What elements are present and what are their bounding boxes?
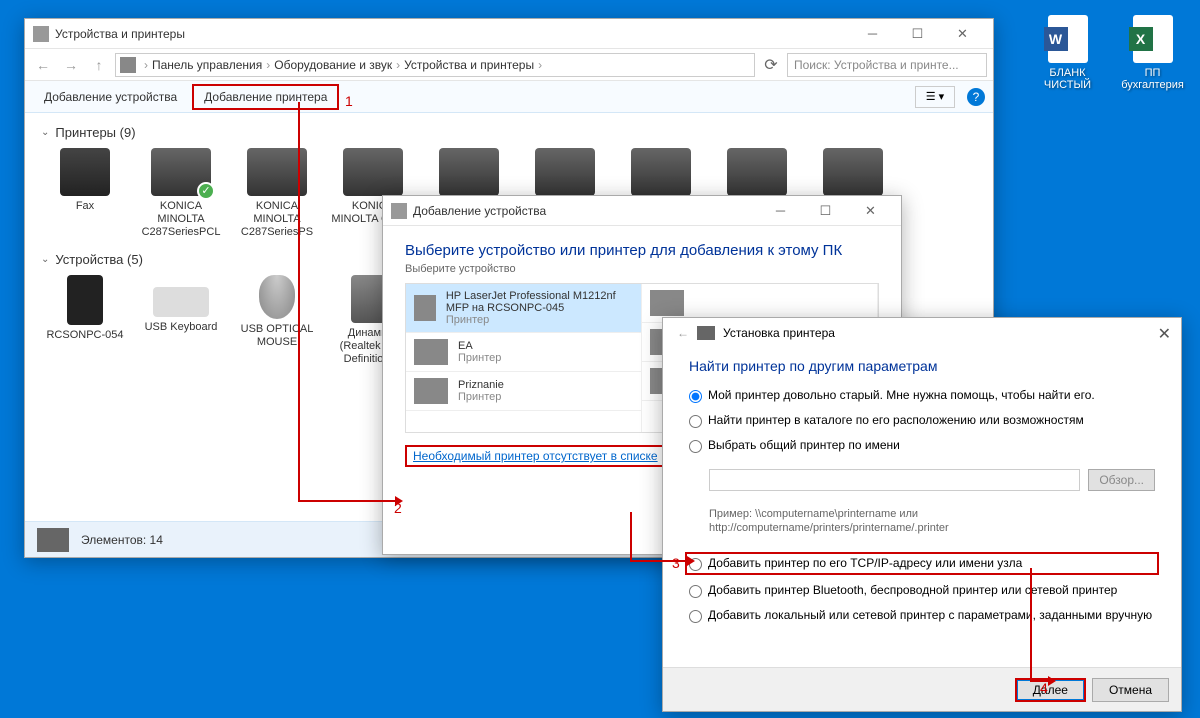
printer-item[interactable]: KONICA MINOLTA C287SeriesPS [233,148,321,240]
printers-section-header[interactable]: ⌄ Принтеры (9) [41,125,977,140]
printer-item[interactable]: KONICA MINOLTA C287SeriesPCL [137,148,225,240]
printer-icon [414,295,436,321]
annotation-1: 1 [345,93,353,109]
annotation-arrow [630,560,690,562]
printer-icon [343,148,403,196]
maximize-button[interactable]: ☐ [803,197,848,225]
annotation-arrow [630,512,632,560]
printer-icon [414,339,448,365]
add-printer-button[interactable]: Добавление принтера [192,84,339,110]
device-row[interactable]: EA Принтер [406,333,641,372]
printer-icon [631,148,691,196]
radio-old-printer[interactable]: Мой принтер довольно старый. Мне нужна п… [689,388,1155,403]
titlebar: Устройства и принтеры ─ ☐ ✕ [25,19,993,49]
annotation-arrow [298,500,398,502]
printer-icon [535,148,595,196]
share-name-input[interactable] [709,469,1080,491]
printer-icon [650,290,684,316]
address-bar: ← → ↑ › Панель управления › Оборудование… [25,49,993,81]
install-printer-wizard: ✕ ← Установка принтера Найти принтер по … [662,317,1182,712]
radio-shared-name[interactable]: Выбрать общий принтер по имени [689,438,1155,453]
printer-not-listed-link[interactable]: Необходимый принтер отсутствует в списке [405,445,666,467]
desktop-icon-excel[interactable]: ПП бухгалтерия [1115,15,1190,91]
keyboard-icon [153,287,209,317]
status-text: Элементов: 14 [81,533,163,547]
back-arrow-icon[interactable]: ← [677,326,689,340]
dialog-footer: Далее Отмена [663,667,1181,711]
nav-forward[interactable]: → [59,53,83,77]
radio-manual[interactable]: Добавить локальный или сетевой принтер с… [689,608,1155,623]
printer-item[interactable]: Fax [41,148,129,240]
close-button[interactable]: ✕ [848,197,893,225]
nav-back[interactable]: ← [31,53,55,77]
printer-icon [823,148,883,196]
chevron-down-icon: ⌄ [41,254,49,265]
printer-icon [727,148,787,196]
nav-up[interactable]: ↑ [87,53,111,77]
annotation-2: 2 [394,500,402,516]
device-item[interactable]: USB Keyboard [137,275,225,367]
minimize-button[interactable]: ─ [850,20,895,48]
statusbar-icon [37,528,69,552]
wizard-header: ← Установка принтера [663,318,1181,348]
device-item[interactable]: RCSONPC-054 [41,275,129,367]
cancel-button[interactable]: Отмена [1092,678,1169,702]
breadcrumb[interactable]: › Панель управления › Оборудование и зву… [115,53,755,77]
fax-icon [60,148,110,196]
dialog-title: Добавление устройства [413,204,758,218]
browse-button[interactable]: Обзор... [1088,469,1155,491]
annotation-3: 3 [672,555,680,571]
example-text: Пример: \\computername\printername или h… [709,507,1155,536]
window-title: Устройства и принтеры [55,27,850,41]
excel-icon [1133,15,1173,63]
close-button[interactable]: ✕ [940,20,985,48]
device-row[interactable]: HP LaserJet Professional M1212nf MFP на … [406,284,641,333]
device-row[interactable]: Priznanie Принтер [406,372,641,411]
radio-bluetooth[interactable]: Добавить принтер Bluetooth, беспроводной… [689,583,1155,598]
printer-icon [151,148,211,196]
device-item[interactable]: USB OPTICAL MOUSE [233,275,321,367]
add-device-button[interactable]: Добавление устройства [33,85,188,109]
printer-icon [414,378,448,404]
window-icon [33,26,49,42]
printer-icon [439,148,499,196]
dialog-subheading: Выберите устройство [405,263,879,275]
minimize-button[interactable]: ─ [758,197,803,225]
default-check-icon [197,182,215,200]
wizard-heading: Найти принтер по другим параметрам [689,358,1155,374]
printer-icon [697,326,715,340]
help-icon[interactable]: ? [967,88,985,106]
radio-tcpip[interactable]: Добавить принтер по его TCP/IP-адресу ил… [685,552,1159,575]
chevron-down-icon: ⌄ [41,127,49,138]
view-mode-button[interactable]: ☰ ▾ [915,86,955,108]
search-input[interactable]: Поиск: Устройства и принте... [787,53,987,77]
arrow-head-icon [1048,676,1056,686]
maximize-button[interactable]: ☐ [895,20,940,48]
titlebar: Добавление устройства ─ ☐ ✕ [383,196,901,226]
refresh-button[interactable]: ⟳ [759,55,783,75]
breadcrumb-icon [120,57,136,73]
window-icon [391,203,407,219]
annotation-arrow [1030,568,1032,680]
pc-icon [67,275,103,325]
mouse-icon [259,275,295,319]
desktop-icon-word[interactable]: БЛАНК ЧИСТЫЙ [1030,15,1105,91]
toolbar: Добавление устройства Добавление принтер… [25,81,993,113]
close-button[interactable]: ✕ [1158,324,1171,344]
annotation-4: 4 [1040,680,1048,696]
word-icon [1048,15,1088,63]
arrow-head-icon [687,556,695,566]
radio-find-catalog[interactable]: Найти принтер в каталоге по его располож… [689,413,1155,428]
dialog-heading: Выберите устройство или принтер для доба… [405,242,879,259]
annotation-arrow [298,102,300,500]
